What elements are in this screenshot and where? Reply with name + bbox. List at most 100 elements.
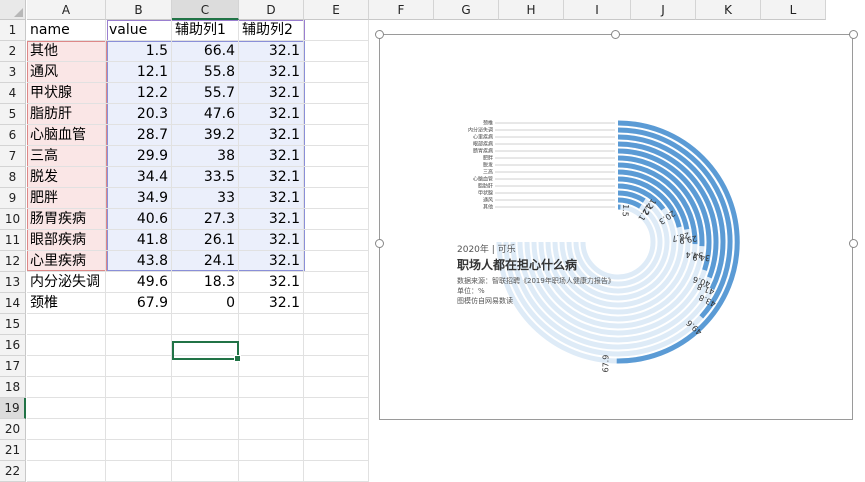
cell-e19[interactable] [304, 398, 369, 419]
cell-a22[interactable] [27, 461, 106, 482]
cell-d18[interactable] [239, 377, 304, 398]
cell-b3[interactable]: 12.1 [106, 62, 172, 83]
column-header-i[interactable]: I [564, 0, 631, 20]
column-header-e[interactable]: E [304, 0, 369, 20]
cell-c14[interactable]: 0 [172, 293, 239, 314]
cell-a7[interactable]: 三高 [27, 146, 106, 167]
cell-a1[interactable]: name [27, 20, 106, 41]
resize-handle-mr[interactable] [849, 239, 858, 248]
row-header-12[interactable]: 12 [0, 251, 26, 272]
cell-c8[interactable]: 33.5 [172, 167, 239, 188]
cell-c4[interactable]: 55.7 [172, 83, 239, 104]
cell-a20[interactable] [27, 419, 106, 440]
cell-e7[interactable] [304, 146, 369, 167]
cell-a6[interactable]: 心脑血管 [27, 125, 106, 146]
cell-b19[interactable] [106, 398, 172, 419]
row-header-10[interactable]: 10 [0, 209, 26, 230]
cell-d10[interactable]: 32.1 [239, 209, 304, 230]
cell-a15[interactable] [27, 314, 106, 335]
cell-d4[interactable]: 32.1 [239, 83, 304, 104]
cell-e12[interactable] [304, 251, 369, 272]
row-header-15[interactable]: 15 [0, 314, 26, 335]
cell-b16[interactable] [106, 335, 172, 356]
cell-b7[interactable]: 29.9 [106, 146, 172, 167]
row-header-7[interactable]: 7 [0, 146, 26, 167]
cell-d9[interactable]: 32.1 [239, 188, 304, 209]
column-header-a[interactable]: A [27, 0, 106, 20]
resize-handle-tc[interactable] [611, 30, 620, 39]
cell-c7[interactable]: 38 [172, 146, 239, 167]
column-header-l[interactable]: L [761, 0, 826, 20]
cell-c15[interactable] [172, 314, 239, 335]
cell-c11[interactable]: 26.1 [172, 230, 239, 251]
cell-a3[interactable]: 通风 [27, 62, 106, 83]
cell-d22[interactable] [239, 461, 304, 482]
resize-handle-ml[interactable] [375, 239, 384, 248]
row-header-13[interactable]: 13 [0, 272, 26, 293]
cell-d19[interactable] [239, 398, 304, 419]
cell-c1[interactable]: 辅助列1 [172, 20, 239, 41]
select-all-corner[interactable] [0, 0, 26, 20]
cell-c5[interactable]: 47.6 [172, 104, 239, 125]
cell-b1[interactable]: value [106, 20, 172, 41]
cell-e21[interactable] [304, 440, 369, 461]
row-header-1[interactable]: 1 [0, 20, 26, 41]
cell-d3[interactable]: 32.1 [239, 62, 304, 83]
row-header-6[interactable]: 6 [0, 125, 26, 146]
column-header-j[interactable]: J [631, 0, 696, 20]
cell-d13[interactable]: 32.1 [239, 272, 304, 293]
row-header-9[interactable]: 9 [0, 188, 26, 209]
cell-c10[interactable]: 27.3 [172, 209, 239, 230]
cell-a17[interactable] [27, 356, 106, 377]
cell-e20[interactable] [304, 419, 369, 440]
cell-d12[interactable]: 32.1 [239, 251, 304, 272]
cell-c2[interactable]: 66.4 [172, 41, 239, 62]
cell-c9[interactable]: 33 [172, 188, 239, 209]
cell-d7[interactable]: 32.1 [239, 146, 304, 167]
cell-b14[interactable]: 67.9 [106, 293, 172, 314]
cell-b18[interactable] [106, 377, 172, 398]
row-header-16[interactable]: 16 [0, 335, 26, 356]
cell-b11[interactable]: 41.8 [106, 230, 172, 251]
cell-e15[interactable] [304, 314, 369, 335]
cell-b15[interactable] [106, 314, 172, 335]
cell-b5[interactable]: 20.3 [106, 104, 172, 125]
cell-e1[interactable] [304, 20, 369, 41]
cell-b6[interactable]: 28.7 [106, 125, 172, 146]
cell-e22[interactable] [304, 461, 369, 482]
cell-b4[interactable]: 12.2 [106, 83, 172, 104]
cell-a12[interactable]: 心里疾病 [27, 251, 106, 272]
cell-a10[interactable]: 肠胃疾病 [27, 209, 106, 230]
cell-d5[interactable]: 32.1 [239, 104, 304, 125]
column-header-g[interactable]: G [434, 0, 499, 20]
cell-d15[interactable] [239, 314, 304, 335]
cell-c21[interactable] [172, 440, 239, 461]
cell-d20[interactable] [239, 419, 304, 440]
cell-a14[interactable]: 颈椎 [27, 293, 106, 314]
row-header-8[interactable]: 8 [0, 167, 26, 188]
cell-d2[interactable]: 32.1 [239, 41, 304, 62]
row-header-4[interactable]: 4 [0, 83, 26, 104]
cell-a2[interactable]: 其他 [27, 41, 106, 62]
row-header-20[interactable]: 20 [0, 419, 26, 440]
cell-b21[interactable] [106, 440, 172, 461]
cell-e13[interactable] [304, 272, 369, 293]
cell-a21[interactable] [27, 440, 106, 461]
cell-d1[interactable]: 辅助列2 [239, 20, 304, 41]
cell-a16[interactable] [27, 335, 106, 356]
cell-c20[interactable] [172, 419, 239, 440]
column-header-h[interactable]: H [499, 0, 564, 20]
cell-a5[interactable]: 脂肪肝 [27, 104, 106, 125]
row-header-2[interactable]: 2 [0, 41, 26, 62]
cell-b17[interactable] [106, 356, 172, 377]
cell-a11[interactable]: 眼部疾病 [27, 230, 106, 251]
cell-a13[interactable]: 内分泌失调 [27, 272, 106, 293]
cell-e6[interactable] [304, 125, 369, 146]
cell-e14[interactable] [304, 293, 369, 314]
row-header-14[interactable]: 14 [0, 293, 26, 314]
row-header-22[interactable]: 22 [0, 461, 26, 482]
cell-b10[interactable]: 40.6 [106, 209, 172, 230]
cell-e8[interactable] [304, 167, 369, 188]
cell-a4[interactable]: 甲状腺 [27, 83, 106, 104]
row-header-21[interactable]: 21 [0, 440, 26, 461]
